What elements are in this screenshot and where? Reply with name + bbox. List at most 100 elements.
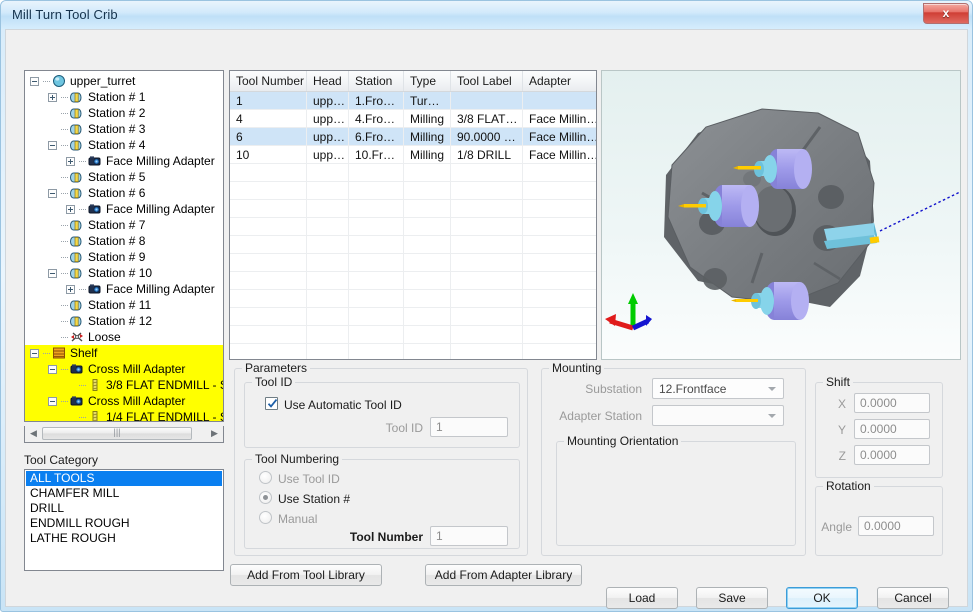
table-row-empty[interactable]: [230, 254, 596, 272]
tree-node[interactable]: Station # 12: [25, 313, 223, 329]
table-column-header[interactable]: Station: [349, 71, 404, 91]
table-column-header[interactable]: Type: [404, 71, 451, 91]
table-row-empty[interactable]: [230, 272, 596, 290]
check-icon: [267, 399, 278, 408]
tool-category-listbox[interactable]: ALL TOOLS CHAMFER MILL DRILL ENDMILL ROUGH L…: [24, 469, 224, 571]
tree-node[interactable]: Station # 10: [25, 265, 223, 281]
radio-manual[interactable]: [259, 511, 272, 524]
radio-use-tool-id[interactable]: [259, 471, 272, 484]
tool-category-item[interactable]: LATHE ROUGH: [26, 531, 222, 546]
ok-button[interactable]: OK: [786, 587, 858, 609]
collapse-icon[interactable]: [30, 76, 39, 86]
table-cell: Face Millin…: [523, 110, 596, 128]
collapse-icon[interactable]: [48, 268, 57, 278]
table-row-empty[interactable]: [230, 236, 596, 254]
tree-node[interactable]: Station # 5: [25, 169, 223, 185]
use-automatic-tool-id-checkbox[interactable]: [265, 397, 278, 410]
tree-node[interactable]: Face Milling Adapter: [25, 201, 223, 217]
table-row-empty[interactable]: [230, 308, 596, 326]
tool-category-item[interactable]: CHAMFER MILL: [26, 486, 222, 501]
scroll-left-arrow[interactable]: ◀: [26, 427, 41, 440]
tree-node[interactable]: Station # 8: [25, 233, 223, 249]
expand-icon[interactable]: [66, 284, 75, 294]
tree-node[interactable]: Loose: [25, 329, 223, 345]
table-cell: [307, 290, 349, 308]
scroll-right-arrow[interactable]: ▶: [207, 427, 222, 440]
tree-node[interactable]: Station # 9: [25, 249, 223, 265]
table-row[interactable]: 10 upp… 10.Fr… Milling 1/8 DRILL Face Millin…: [230, 146, 596, 164]
turret-icon: [52, 74, 66, 88]
turret-3d-viewport[interactable]: [601, 70, 961, 360]
table-column-header[interactable]: Tool Number: [230, 71, 307, 91]
tool-list-table[interactable]: Tool Number Head Station Type Tool Label Adap…: [229, 70, 597, 360]
station-icon: [70, 186, 84, 200]
collapse-icon[interactable]: [30, 348, 39, 358]
shift-z-field[interactable]: 0.0000: [854, 445, 930, 465]
tree-node[interactable]: Station # 1: [25, 89, 223, 105]
table-row[interactable]: 4 upp… 4.Fro… Milling 3/8 FLAT… Face Millin…: [230, 110, 596, 128]
tree-node[interactable]: Station # 7: [25, 217, 223, 233]
table-cell: [404, 164, 451, 182]
tool-number-field[interactable]: 1: [430, 526, 508, 546]
close-button[interactable]: x: [923, 3, 969, 24]
table-cell: [349, 164, 404, 182]
tool-crib-tree[interactable]: upper_turret Station # 1 Station # 2 Statio…: [24, 70, 224, 422]
tool-category-item[interactable]: ALL TOOLS: [26, 471, 222, 486]
add-from-adapter-library-button[interactable]: Add From Adapter Library: [425, 564, 582, 586]
tree-node-label: Loose: [88, 330, 121, 344]
tree-node[interactable]: Shelf: [25, 345, 223, 361]
shift-x-field[interactable]: 0.0000: [854, 393, 930, 413]
table-cell: [230, 326, 307, 344]
collapse-icon[interactable]: [48, 188, 57, 198]
tree-node[interactable]: Station # 11: [25, 297, 223, 313]
tree-node[interactable]: Face Milling Adapter: [25, 281, 223, 297]
table-cell: [307, 272, 349, 290]
add-from-tool-library-button[interactable]: Add From Tool Library: [230, 564, 382, 586]
tree-node[interactable]: Cross Mill Adapter: [25, 393, 223, 409]
shift-y-field[interactable]: 0.0000: [854, 419, 930, 439]
tool-id-field[interactable]: 1: [430, 417, 508, 437]
tool-category-item[interactable]: ENDMILL ROUGH: [26, 516, 222, 531]
rotation-angle-field[interactable]: 0.0000: [858, 516, 934, 536]
tree-node[interactable]: 3/8 FLAT ENDMILL - STA: [25, 377, 223, 393]
table-column-header[interactable]: Head: [307, 71, 349, 91]
tree-node[interactable]: Station # 3: [25, 121, 223, 137]
table-row-empty[interactable]: [230, 200, 596, 218]
expand-icon[interactable]: [66, 204, 75, 214]
table-row-empty[interactable]: [230, 164, 596, 182]
substation-combobox[interactable]: 12.Frontface: [652, 378, 784, 399]
table-row-empty[interactable]: [230, 326, 596, 344]
radio-use-station-number[interactable]: [259, 491, 272, 504]
table-row[interactable]: 6 upp… 6.Fro… Milling 90.0000 … Face Millin…: [230, 128, 596, 146]
table-row-empty[interactable]: [230, 344, 596, 359]
table-cell: [349, 344, 404, 359]
scroll-thumb[interactable]: [42, 427, 192, 440]
adapter-station-combobox[interactable]: [652, 405, 784, 426]
expand-icon[interactable]: [66, 156, 75, 166]
tree-node[interactable]: Station # 4: [25, 137, 223, 153]
expand-icon[interactable]: [48, 92, 57, 102]
table-cell: 4: [230, 110, 307, 128]
table-row-empty[interactable]: [230, 290, 596, 308]
table-row-empty[interactable]: [230, 218, 596, 236]
tool-category-item[interactable]: DRILL: [26, 501, 222, 516]
collapse-icon[interactable]: [48, 140, 57, 150]
tree-node[interactable]: Station # 2: [25, 105, 223, 121]
tree-connector: [43, 80, 50, 82]
tree-node[interactable]: 1/4 FLAT ENDMILL - STA: [25, 409, 223, 421]
tree-horizontal-scrollbar[interactable]: ◀ ▶: [24, 426, 224, 443]
collapse-icon[interactable]: [48, 364, 57, 374]
save-button[interactable]: Save: [696, 587, 768, 609]
tree-node[interactable]: Face Milling Adapter: [25, 153, 223, 169]
load-button[interactable]: Load: [606, 587, 678, 609]
tree-node[interactable]: Cross Mill Adapter: [25, 361, 223, 377]
cancel-button[interactable]: Cancel: [877, 587, 949, 609]
table-row-empty[interactable]: [230, 182, 596, 200]
table-column-header[interactable]: Tool Label: [451, 71, 523, 91]
tree-node[interactable]: upper_turret: [25, 73, 223, 89]
table-column-header[interactable]: Adapter: [523, 71, 596, 91]
tree-node[interactable]: Station # 6: [25, 185, 223, 201]
table-row[interactable]: 1 upp… 1.Fro… Tur…: [230, 92, 596, 110]
collapse-icon[interactable]: [48, 396, 57, 406]
tool-numbering-group: Tool Numbering Use Tool ID Use Station #…: [244, 452, 520, 549]
